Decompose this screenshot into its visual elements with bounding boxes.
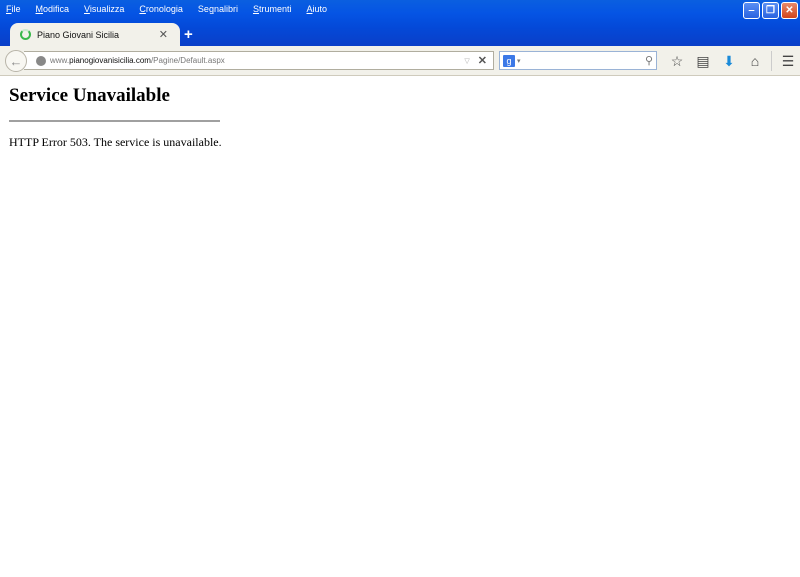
stop-icon[interactable]: ✕ (478, 54, 487, 67)
window-controls: ‒ ❐ ✕ (743, 2, 798, 19)
menu-strumenti[interactable]: Strumenti (253, 4, 292, 14)
navigation-bar: www.pianogiovanisicilia.com/Pagine/Defau… (0, 46, 800, 76)
menu-segnalibri[interactable]: Segnalibri (198, 4, 238, 14)
toolbar-icons: ☆ ▤ ⬇ ⌂ ☰ (664, 51, 800, 71)
horizontal-rule (9, 120, 220, 122)
menu-file[interactable]: File (6, 4, 21, 14)
tab-piano-giovani-sicilia[interactable]: Piano Giovani Sicilia ✕ (10, 23, 180, 46)
page-heading: Service Unavailable (9, 85, 170, 106)
close-window-button[interactable]: ✕ (781, 2, 798, 19)
error-message: HTTP Error 503. The service is unavailab… (9, 135, 222, 149)
minimize-icon: ‒ (748, 5, 755, 16)
toolbar-separator (771, 51, 772, 71)
back-arrow-icon: ← (9, 53, 23, 69)
menu-modifica[interactable]: Modifica (36, 4, 70, 14)
menu-visualizza[interactable]: Visualizza (84, 4, 124, 14)
menu-aiuto[interactable]: Aiuto (307, 4, 328, 14)
globe-icon (36, 55, 46, 66)
search-bar[interactable]: g ▾ ⚲ (499, 51, 657, 70)
restore-icon: ❐ (766, 5, 775, 16)
back-button[interactable]: ← (5, 50, 27, 72)
tab-close-icon[interactable]: ✕ (159, 28, 168, 41)
menu-cronologia[interactable]: Cronologia (139, 4, 183, 14)
close-icon: ✕ (785, 5, 794, 16)
url-bar[interactable]: www.pianogiovanisicilia.com/Pagine/Defau… (24, 51, 494, 70)
bookmark-star-icon[interactable]: ☆ (664, 53, 690, 70)
new-tab-button[interactable]: + (184, 26, 193, 43)
home-icon[interactable]: ⌂ (742, 53, 768, 69)
download-icon[interactable]: ⬇ (716, 53, 742, 70)
restore-button[interactable]: ❐ (762, 2, 779, 19)
loading-spinner-icon (20, 29, 31, 40)
menu-bar: File Modifica Visualizza Cronologia Segn… (0, 0, 342, 18)
title-bar: File Modifica Visualizza Cronologia Segn… (0, 0, 800, 46)
url-text[interactable]: www.pianogiovanisicilia.com/Pagine/Defau… (50, 56, 464, 65)
bookmarks-list-icon[interactable]: ▤ (690, 53, 716, 70)
google-icon[interactable]: g (503, 54, 515, 67)
page-content: Service Unavailable HTTP Error 503. The … (0, 77, 800, 577)
hamburger-menu-icon[interactable]: ☰ (775, 53, 800, 70)
tab-title: Piano Giovani Sicilia (37, 29, 120, 40)
url-history-dropdown-icon[interactable]: ▽ (464, 57, 469, 65)
search-engine-dropdown-icon[interactable]: ▾ (517, 57, 645, 65)
search-icon[interactable]: ⚲ (645, 54, 653, 67)
minimize-button[interactable]: ‒ (743, 2, 760, 19)
